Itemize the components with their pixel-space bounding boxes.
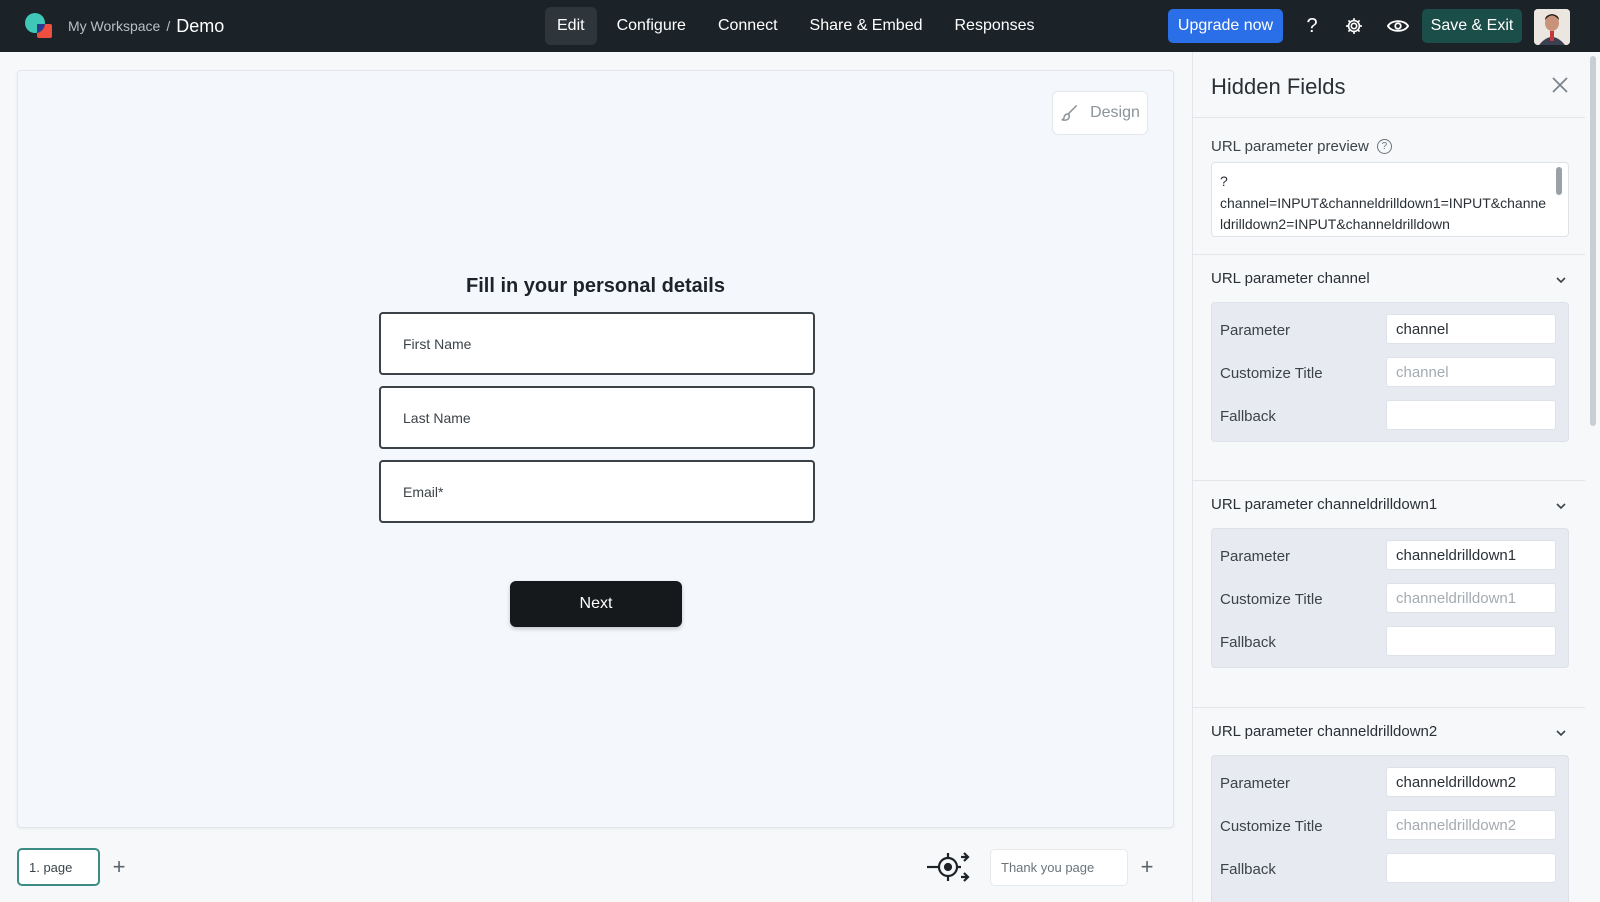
gear-icon[interactable] [1342,14,1366,38]
first-name-field[interactable]: First Name [379,312,815,375]
fallback-input[interactable] [1386,853,1556,883]
fallback-input[interactable] [1386,626,1556,656]
breadcrumb: My Workspace / Demo [68,0,224,52]
divider [1193,707,1585,708]
nav-edit[interactable]: Edit [545,7,597,45]
design-button[interactable]: Design [1052,91,1148,135]
fallback-input[interactable] [1386,400,1556,430]
chevron-down-icon[interactable] [1555,274,1567,286]
main-nav: Edit Configure Connect Share & Embed Res… [545,7,1047,45]
preview-scrollbar[interactable] [1556,167,1562,195]
avatar[interactable] [1534,9,1570,45]
nav-responses[interactable]: Responses [943,7,1047,45]
page-tab-1[interactable]: 1. page [17,848,100,886]
info-icon[interactable]: ? [1376,139,1392,154]
customize-title-input[interactable]: channel [1386,357,1556,387]
section-title-channeldrilldown2[interactable]: URL parameter channeldrilldown2 [1211,723,1437,740]
parameter-input[interactable]: channel [1386,314,1556,344]
email-field[interactable]: Email* [379,460,815,523]
add-ending-icon[interactable]: + [1136,856,1158,878]
customize-title-input[interactable]: channeldrilldown2 [1386,810,1556,840]
section-title-channeldrilldown1[interactable]: URL parameter channeldrilldown1 [1211,496,1437,513]
form-canvas: Design Fill in your personal details Fir… [17,70,1174,828]
chevron-down-icon[interactable] [1555,727,1567,739]
breadcrumb-separator: / [166,18,171,34]
customize-title-label: Customize Title [1220,365,1323,382]
app-logo-icon[interactable] [24,12,54,40]
help-icon[interactable]: ? [1300,14,1324,38]
breadcrumb-workspace[interactable]: My Workspace [68,18,160,34]
parameter-label: Parameter [1220,775,1291,792]
parameter-input[interactable]: channeldrilldown1 [1386,540,1556,570]
section-title-channel[interactable]: URL parameter channel [1211,270,1370,287]
thank-you-page-tab[interactable]: Thank you page [990,849,1128,886]
nav-connect[interactable]: Connect [706,7,790,45]
close-icon[interactable] [1551,76,1569,94]
customize-title-input[interactable]: channeldrilldown1 [1386,583,1556,613]
panel-title: Hidden Fields [1211,74,1346,99]
preview-label-text: URL parameter preview [1211,138,1369,155]
fallback-label: Fallback [1220,408,1276,425]
section-body-channeldrilldown1: Parameter channeldrilldown1 Customize Ti… [1211,528,1569,668]
logic-flow-icon[interactable] [926,849,970,885]
parameter-input[interactable]: channeldrilldown2 [1386,767,1556,797]
parameter-label: Parameter [1220,548,1291,565]
nav-configure[interactable]: Configure [605,7,698,45]
breadcrumb-project[interactable]: Demo [176,16,224,37]
form-title: Fill in your personal details [466,275,725,297]
add-page-icon[interactable]: + [108,856,130,878]
panel-scrollbar[interactable] [1590,56,1596,426]
save-exit-button[interactable]: Save & Exit [1422,9,1522,43]
chevron-down-icon[interactable] [1555,500,1567,512]
brush-icon [1061,104,1078,121]
divider [1193,480,1585,481]
customize-title-label: Customize Title [1220,591,1323,608]
parameter-label: Parameter [1220,322,1291,339]
upgrade-button[interactable]: Upgrade now [1168,9,1283,43]
url-preview-textarea[interactable]: ? channel=INPUT&channeldrilldown1=INPUT&… [1211,162,1569,237]
fallback-label: Fallback [1220,634,1276,651]
top-bar: My Workspace / Demo Edit Configure Conne… [0,0,1600,52]
preview-label: URL parameter preview ? [1211,138,1392,155]
nav-share-embed[interactable]: Share & Embed [798,7,935,45]
fallback-label: Fallback [1220,861,1276,878]
section-body-channel: Parameter channel Customize Title channe… [1211,302,1569,442]
panel-header: Hidden Fields [1193,52,1585,118]
section-body-channeldrilldown2: Parameter channeldrilldown2 Customize Ti… [1211,755,1569,902]
eye-icon[interactable] [1386,14,1410,38]
divider [1193,254,1585,255]
design-label: Design [1090,104,1140,121]
url-preview-text: ? channel=INPUT&channeldrilldown1=INPUT&… [1220,173,1547,232]
last-name-field[interactable]: Last Name [379,386,815,449]
next-button[interactable]: Next [510,581,682,627]
hidden-fields-panel: Hidden Fields URL parameter preview ? ? … [1192,52,1600,902]
customize-title-label: Customize Title [1220,818,1323,835]
